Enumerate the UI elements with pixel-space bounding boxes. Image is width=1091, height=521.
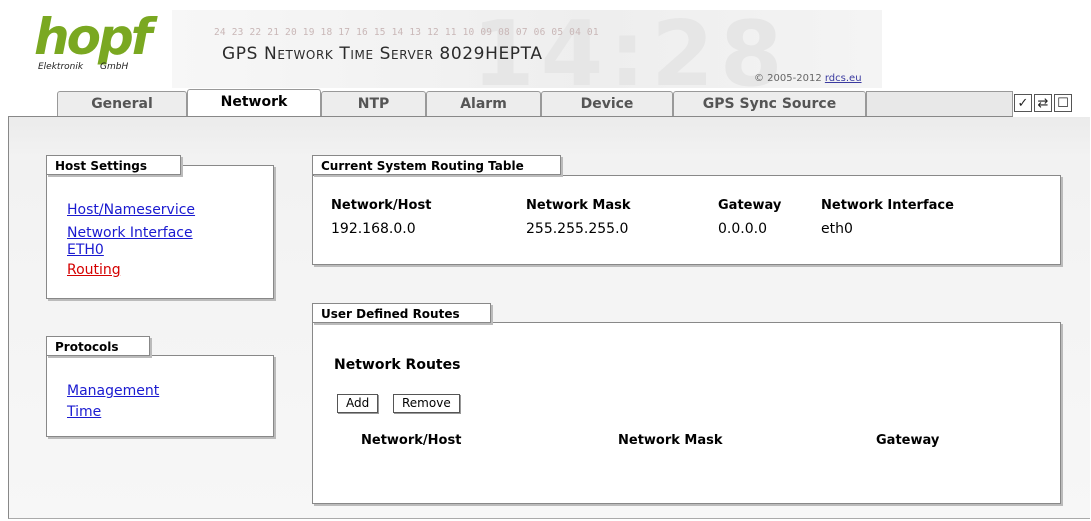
digit-scale: 24 23 22 21 20 19 18 17 16 15 14 13 12 1…	[214, 27, 599, 38]
route-actions: Add Remove	[337, 394, 537, 413]
add-route-button[interactable]: Add	[337, 394, 379, 413]
logo-subtitle-right: GmbH	[100, 62, 129, 72]
tab-device[interactable]: Device	[541, 91, 673, 116]
copyright-text: © 2005-2012	[754, 73, 822, 84]
window-icon[interactable]: ☐	[1054, 94, 1072, 112]
tab-gps-sync-source[interactable]: GPS Sync Source	[673, 91, 866, 116]
col-gateway: Gateway	[718, 198, 782, 213]
network-routes-heading: Network Routes	[334, 357, 461, 373]
tab-network[interactable]: Network	[187, 89, 321, 116]
link-management[interactable]: Management	[67, 381, 159, 402]
logo-wordmark: hopf	[34, 10, 152, 66]
copyright: © 2005-2012 rdcs.eu	[754, 73, 862, 84]
host-settings-links: Host/Nameservice Network Interface ETH0 …	[67, 200, 195, 281]
col-route-network-host: Network/Host	[361, 433, 462, 448]
link-routing[interactable]: Routing	[67, 259, 195, 281]
checkmark-icon[interactable]: ✓	[1014, 94, 1032, 112]
tab-bar-filler	[866, 91, 1013, 116]
product-title: GPS Network Time Server 8029HEPTA	[222, 44, 543, 64]
routing-table-title: Current System Routing Table	[312, 155, 561, 175]
host-settings-box: Host/Nameservice Network Interface ETH0 …	[46, 165, 274, 299]
tab-bar: General Network NTP Alarm Device GPS Syn…	[8, 88, 1013, 117]
user-routes-title: User Defined Routes	[312, 303, 491, 323]
protocols-title: Protocols	[46, 336, 150, 356]
cell-gateway: 0.0.0.0	[718, 221, 767, 237]
user-routes-box: Network Routes Add Remove Network/Host N…	[312, 322, 1061, 504]
link-time[interactable]: Time	[67, 402, 159, 423]
cell-network-host: 192.168.0.0	[331, 221, 416, 237]
protocols-links: Management Time	[67, 381, 159, 423]
link-eth0[interactable]: ETH0	[67, 242, 195, 259]
routing-table-box: Network/Host Network Mask Gateway Networ…	[312, 175, 1061, 265]
hopf-logo: hopf Elektronik GmbH	[32, 10, 172, 84]
col-route-gateway: Gateway	[876, 433, 940, 448]
cell-network-interface: eth0	[821, 221, 853, 237]
link-host-nameservice[interactable]: Host/Nameservice	[67, 200, 195, 221]
main-panel: Host/Nameservice Network Interface ETH0 …	[8, 117, 1090, 519]
page-header: 14:28 24 23 22 21 20 19 18 17 16 15 14 1…	[32, 10, 882, 88]
col-network-interface: Network Interface	[821, 198, 954, 213]
logo-subtitle-left: Elektronik	[38, 62, 84, 72]
col-network-host: Network/Host	[331, 198, 432, 213]
protocols-box: Management Time	[46, 355, 274, 437]
copyright-link[interactable]: rdcs.eu	[825, 73, 862, 84]
col-route-network-mask: Network Mask	[618, 433, 723, 448]
tab-ntp[interactable]: NTP	[321, 91, 426, 116]
tab-general[interactable]: General	[57, 91, 187, 116]
tab-toolbar: ✓ ⇄ ☐	[1014, 94, 1072, 114]
host-settings-title: Host Settings	[46, 155, 181, 175]
remove-route-button[interactable]: Remove	[393, 394, 460, 413]
refresh-icon[interactable]: ⇄	[1034, 94, 1052, 112]
cell-network-mask: 255.255.255.0	[526, 221, 629, 237]
col-network-mask: Network Mask	[526, 198, 631, 213]
link-network-interface[interactable]: Network Interface	[67, 225, 195, 242]
tab-alarm[interactable]: Alarm	[426, 91, 541, 116]
